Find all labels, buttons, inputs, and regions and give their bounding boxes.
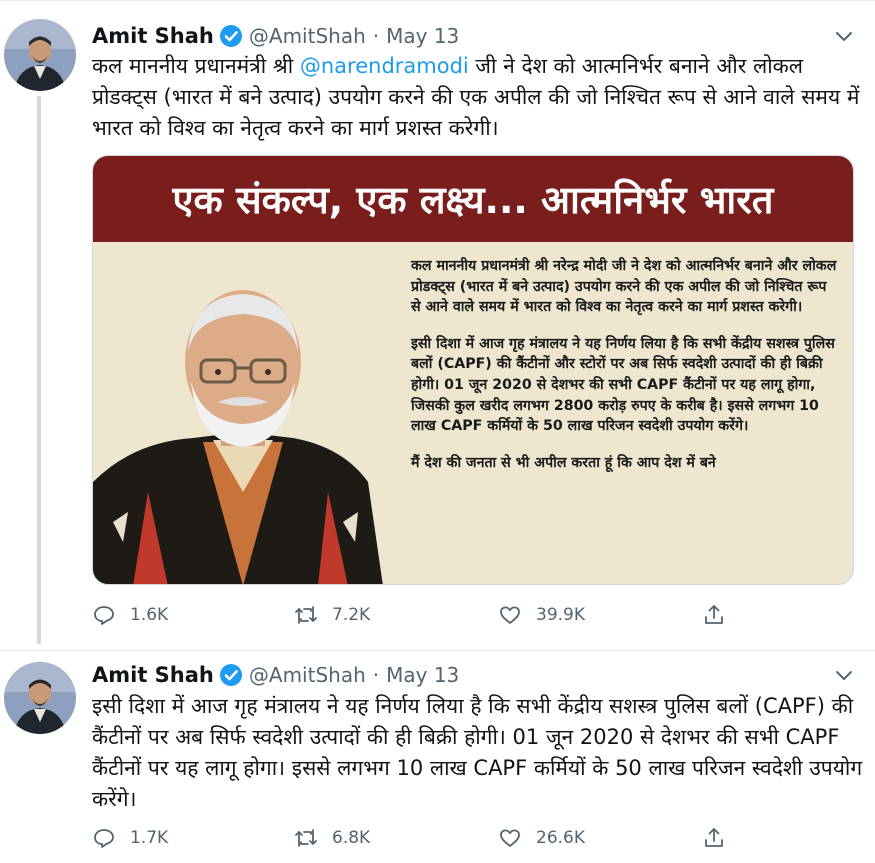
poster-paragraph: इसी दिशा में आज गृह मंत्रालय ने यह निर्ण… (411, 335, 835, 435)
tweet-1[interactable]: Amit Shah @AmitShah · May 13 कल माननीय प… (0, 0, 875, 650)
retweet-icon (295, 829, 317, 847)
author-handle[interactable]: @AmitShah (249, 663, 366, 687)
tweet-2[interactable]: Amit Shah @AmitShah · May 13 इसी दिशा मे… (0, 651, 875, 863)
caret-down-icon[interactable] (833, 664, 855, 686)
tweet-text-part: कल माननीय प्रधानमंत्री श्री (92, 54, 300, 78)
like-icon (500, 606, 520, 624)
share-icon (705, 605, 723, 624)
tweet-header: Amit Shah @AmitShah · May 13 (92, 660, 459, 690)
mention-link[interactable]: @narendramodi (300, 54, 469, 78)
avatar[interactable] (4, 19, 76, 91)
verified-badge-icon (219, 24, 243, 48)
reply-count: 1.7K (130, 828, 169, 848)
retweet-button[interactable]: 7.2K (294, 600, 370, 630)
poster-text: कल माननीय प्रधानमंत्री श्री नरेन्द्र मोद… (411, 256, 839, 489)
poster-paragraph: कल माननीय प्रधानमंत्री श्री नरेन्द्र मोद… (411, 258, 837, 316)
like-count: 39.9K (536, 605, 585, 625)
poster-banner: एक संकल्प, एक लक्ष्य... आत्मनिर्भर भारत (93, 156, 853, 242)
retweet-button[interactable]: 6.8K (294, 823, 370, 853)
reply-button[interactable]: 1.7K (92, 823, 168, 853)
reply-button[interactable]: 1.6K (92, 600, 168, 630)
avatar[interactable] (4, 662, 76, 734)
tweet-date[interactable]: May 13 (386, 663, 459, 687)
tweet-actions: 1.7K 6.8K 26.6K (92, 823, 732, 853)
separator-dot: · (372, 663, 380, 687)
author-name[interactable]: Amit Shah (92, 663, 214, 687)
portrait-illustration (93, 242, 393, 584)
retweet-count: 6.8K (332, 828, 371, 848)
reply-icon (94, 829, 114, 848)
reply-icon (94, 606, 114, 625)
verified-badge-icon (219, 663, 243, 687)
poster-paragraph: मैं देश की जनता से भी अपील करता हूं कि आ… (411, 454, 716, 471)
share-button[interactable] (702, 600, 726, 630)
retweet-count: 7.2K (332, 605, 371, 625)
tweet-image[interactable]: एक संकल्प, एक लक्ष्य... आत्मनिर्भर भारत (92, 155, 854, 585)
like-icon (500, 829, 520, 847)
reply-count: 1.6K (130, 605, 169, 625)
caret-down-icon[interactable] (833, 25, 855, 47)
retweet-icon (295, 606, 317, 624)
tweet-actions: 1.6K 7.2K 39.9K (92, 600, 732, 630)
share-button[interactable] (702, 823, 726, 853)
tweet-date[interactable]: May 13 (386, 24, 459, 48)
tweet-text: कल माननीय प्रधानमंत्री श्री @narendramod… (92, 51, 867, 144)
thread-line (37, 96, 41, 644)
share-icon (705, 828, 723, 847)
author-name[interactable]: Amit Shah (92, 24, 214, 48)
like-button[interactable]: 26.6K (498, 823, 585, 853)
like-count: 26.6K (536, 828, 585, 848)
tweet-text: इसी दिशा में आज गृह मंत्रालय ने यह निर्ण… (92, 694, 863, 811)
tweet-header: Amit Shah @AmitShah · May 13 (92, 21, 459, 51)
like-button[interactable]: 39.9K (498, 600, 585, 630)
separator-dot: · (372, 24, 380, 48)
author-handle[interactable]: @AmitShah (249, 24, 366, 48)
